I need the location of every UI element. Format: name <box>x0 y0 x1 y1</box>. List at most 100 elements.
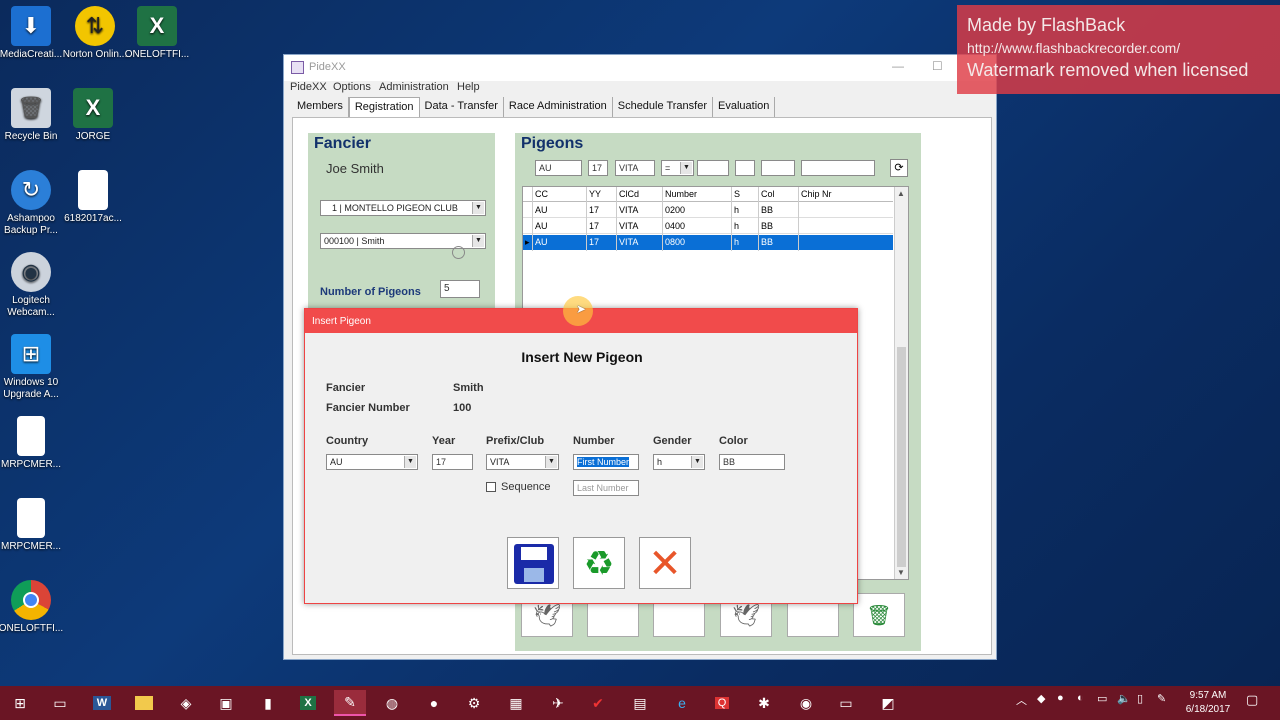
table-row[interactable]: AU 17 VITA 0200 h BB <box>523 203 893 218</box>
num-pigeons-field[interactable]: 5 <box>440 280 480 298</box>
window-titlebar[interactable]: PideXX — ☐ <box>284 55 996 81</box>
chrome-icon[interactable]: ◉ <box>790 690 822 716</box>
task-view-icon[interactable]: ▭ <box>44 690 76 716</box>
network-icon[interactable]: ▭ <box>1097 692 1107 705</box>
gender-select[interactable]: h ▼ <box>653 454 705 470</box>
col-chip-nr[interactable]: Chip Nr <box>801 189 832 199</box>
ie-icon[interactable]: e <box>666 690 698 716</box>
app-icon[interactable]: ▭ <box>830 690 862 716</box>
prefix-club-label: Prefix/Club <box>486 435 545 447</box>
notifications-icon[interactable]: ▢ <box>1246 692 1258 708</box>
save-button[interactable] <box>507 537 559 589</box>
tab-evaluation[interactable]: Evaluation <box>713 97 776 117</box>
desktop-icon-jorge[interactable]: X JORGE <box>56 88 130 143</box>
pen-icon[interactable]: ✎ <box>1157 692 1166 705</box>
club-select[interactable]: 1 | MONTELLO PIGEON CLUB ▼ <box>320 200 486 216</box>
app-icon[interactable]: ▮ <box>252 690 284 716</box>
menu-help[interactable]: Help <box>457 81 480 93</box>
menu-pidexx[interactable]: PideXX <box>290 81 327 93</box>
filter-yy-input[interactable]: 17 <box>588 160 608 176</box>
desktop-icon-mrpcmer-2[interactable]: MRPCMER... <box>0 498 68 553</box>
tab-members[interactable]: Members <box>292 97 349 117</box>
minimize-icon[interactable]: — <box>892 59 904 73</box>
app-icon[interactable]: ✔ <box>582 690 614 716</box>
window-title: PideXX <box>309 61 346 73</box>
app-icon[interactable]: ● <box>418 690 450 716</box>
scrollbar-thumb[interactable] <box>897 347 906 567</box>
col-yy[interactable]: YY <box>589 189 601 199</box>
grid-scrollbar[interactable]: ▲ ▼ <box>894 187 908 579</box>
tray-app-icon[interactable]: ◐ <box>1077 692 1084 704</box>
table-row-selected[interactable]: ▸ AU 17 VITA 0800 h BB <box>523 235 893 250</box>
first-number-field[interactable]: First Number <box>573 454 639 470</box>
app-icon[interactable]: Q <box>706 690 738 716</box>
app-icon[interactable]: ▦ <box>500 690 532 716</box>
tab-schedule-transfer[interactable]: Schedule Transfer <box>613 97 714 117</box>
cancel-button[interactable]: ✕ <box>639 537 691 589</box>
calculator-icon[interactable]: ▤ <box>624 690 656 716</box>
col-s[interactable]: S <box>734 189 740 199</box>
desktop-icon-mrpcmer-1[interactable]: MRPCMER... <box>0 416 68 471</box>
desktop-icon-file-6182017[interactable]: 6182017ac... <box>56 170 130 225</box>
app-icon[interactable]: ⚙ <box>458 690 490 716</box>
col-clcd[interactable]: ClCd <box>619 189 639 199</box>
filter-operator-select[interactable]: = ▼ <box>661 160 694 176</box>
filter-color-input[interactable] <box>761 160 795 176</box>
start-button[interactable]: ⊞ <box>4 690 36 716</box>
app-icon[interactable]: ✱ <box>748 690 780 716</box>
pidexx-taskbar-icon[interactable]: ✎ <box>334 690 366 716</box>
prefix-club-select[interactable]: VITA ▼ <box>486 454 559 470</box>
col-col[interactable]: Col <box>761 189 775 199</box>
taskbar-clock[interactable]: 9:57 AM 6/18/2017 <box>1178 689 1238 717</box>
filter-number-input[interactable] <box>697 160 729 176</box>
app-icon <box>291 61 304 74</box>
app-icon[interactable]: ◈ <box>170 690 202 716</box>
flashback-watermark: Made by FlashBack http://www.flashbackre… <box>957 5 1280 94</box>
col-cc[interactable]: CC <box>535 189 548 199</box>
battery-icon[interactable]: ▯ <box>1137 692 1143 705</box>
filter-cc-input[interactable]: AU <box>535 160 582 176</box>
norton-icon: ⇅ <box>75 6 115 46</box>
col-number[interactable]: Number <box>665 189 697 199</box>
fancier-label: Fancier <box>326 382 366 394</box>
color-field[interactable]: BB <box>719 454 785 470</box>
country-select[interactable]: AU ▼ <box>326 454 418 470</box>
app-icon[interactable]: ✈ <box>542 690 574 716</box>
desktop-icon-oneloft[interactable]: X ONELOFTFI... <box>120 6 194 61</box>
tab-race-administration[interactable]: Race Administration <box>504 97 613 117</box>
refresh-icon[interactable]: ⟳ <box>890 159 908 177</box>
tray-shield-icon[interactable]: ◆ <box>1037 692 1045 705</box>
windows-icon: ⊞ <box>11 334 51 374</box>
tray-chevron-icon[interactable]: ︿ <box>1016 692 1027 708</box>
scroll-up-icon[interactable]: ▲ <box>897 189 905 198</box>
word-icon[interactable]: W <box>86 690 118 716</box>
year-field[interactable]: 17 <box>432 454 473 470</box>
app-icon[interactable]: ▣ <box>210 690 242 716</box>
floppy-disk-icon <box>514 544 554 584</box>
filter-chip-input[interactable] <box>801 160 875 176</box>
menu-administration[interactable]: Administration <box>379 81 449 93</box>
menu-options[interactable]: Options <box>333 81 371 93</box>
app-icon[interactable]: ◩ <box>872 690 904 716</box>
recycle-bin-icon: 🗑 <box>11 88 51 128</box>
desktop-icon-oneloft-chrome[interactable]: ONELOFTFI... <box>0 580 68 635</box>
sequence-checkbox[interactable] <box>486 482 496 492</box>
scroll-down-icon[interactable]: ▼ <box>897 568 905 577</box>
excel-icon[interactable]: X <box>292 690 324 716</box>
tab-data-transfer[interactable]: Data - Transfer <box>420 97 504 117</box>
volume-icon[interactable]: 🔈 <box>1117 692 1131 705</box>
last-number-field[interactable]: Last Number <box>573 480 639 496</box>
tab-registration[interactable]: Registration <box>348 97 420 117</box>
filter-club-input[interactable]: VITA <box>615 160 655 176</box>
delete-action-button[interactable]: 🗑 <box>853 593 905 637</box>
row-pointer-icon: ▸ <box>525 237 530 247</box>
table-row[interactable]: AU 17 VITA 0400 h BB <box>523 219 893 234</box>
desktop-icon-logitech[interactable]: ◉ Logitech Webcam... <box>0 252 68 319</box>
file-explorer-icon[interactable] <box>128 690 160 716</box>
tray-app-icon[interactable]: ● <box>1057 692 1064 704</box>
app-icon[interactable]: ◍ <box>376 690 408 716</box>
filter-sex-input[interactable] <box>735 160 755 176</box>
desktop-icon-windows10[interactable]: ⊞ Windows 10 Upgrade A... <box>0 334 68 401</box>
recycle-button[interactable]: ♻ <box>573 537 625 589</box>
maximize-icon[interactable]: ☐ <box>932 59 943 73</box>
